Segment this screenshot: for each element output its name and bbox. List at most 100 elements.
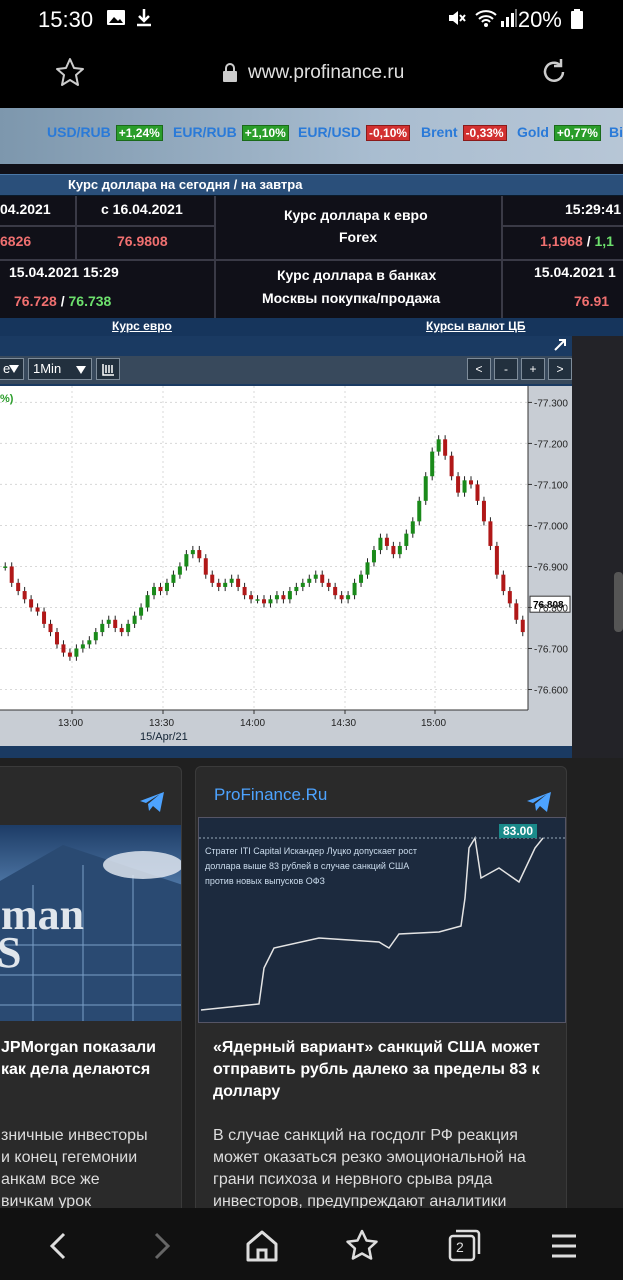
candle (274, 595, 279, 600)
home-icon[interactable] (242, 1226, 282, 1266)
candle (42, 611, 47, 624)
candle (443, 439, 448, 456)
menu-icon[interactable] (544, 1226, 584, 1266)
x-tick-label: 13:30 (149, 718, 174, 729)
chart-prev-button[interactable]: < (467, 358, 491, 380)
x-tick-label: 14:30 (331, 718, 356, 729)
forex-ask: 1,1 (594, 233, 614, 249)
ticker-item-usdrub[interactable]: USD/RUB +1,24% (47, 124, 163, 141)
bookmark-star-icon[interactable] (54, 56, 86, 93)
ticker-item-bitcoin[interactable]: Bi (609, 124, 623, 140)
forex-time: 15:29:41 (565, 201, 622, 217)
divider (0, 259, 214, 261)
candle (22, 591, 27, 600)
candle (203, 558, 208, 575)
cb-date-tomorrow: с 16.04.2021 (101, 201, 183, 217)
forward-icon[interactable] (142, 1226, 182, 1266)
telegram-icon[interactable] (526, 791, 552, 813)
usd-rates-table: Курс доллара на сегодня / на завтра 04.2… (0, 164, 623, 318)
chart-corner-label: %) (0, 393, 14, 405)
bank-sell: 76.738 (68, 293, 112, 309)
candle (262, 599, 266, 604)
bank-buy: 76.728 (14, 293, 57, 309)
candle (481, 500, 486, 522)
link-euro-rate[interactable]: Курс евро (112, 319, 172, 333)
link-cb-rates[interactable]: Курсы валют ЦБ (426, 319, 526, 333)
candle (177, 566, 182, 575)
candle (397, 545, 402, 555)
candle (119, 627, 124, 633)
news-card[interactable]: man S JPMorgan показали как дела делаютс… (0, 766, 182, 1216)
battery-icon (571, 9, 583, 29)
candle (501, 574, 506, 592)
reload-icon[interactable] (538, 56, 570, 93)
y-tick-label: -77.000 (534, 521, 568, 532)
expand-icon[interactable] (553, 338, 567, 357)
ticker-item-eurrub[interactable]: EUR/RUB +1,10% (173, 124, 289, 141)
news-body: зничные инвесторы и конец гегемонии анка… (1, 1125, 181, 1213)
y-tick-label: -76.600 (534, 685, 568, 696)
candle (158, 586, 163, 592)
candle (3, 566, 8, 568)
ticker-change: +0,77% (553, 125, 601, 141)
candle (520, 619, 525, 633)
candle (74, 648, 79, 657)
back-icon[interactable] (40, 1226, 80, 1266)
lock-icon (222, 63, 238, 88)
price-chart[interactable]: 76.808 -77.300 -77.200 -77.100 -77.000 -76.9… (0, 386, 572, 746)
status-bar: 15:30 20% (0, 0, 623, 40)
browser-screen: 15:30 20% www.profinance.ru USD/RUB +1,2… (0, 0, 623, 1280)
ticker-item-eurusd[interactable]: EUR/USD -0,10% (298, 124, 411, 141)
candle (223, 582, 228, 587)
candle (242, 586, 247, 596)
chart-next-button[interactable]: > (548, 358, 572, 380)
zoom-in-button[interactable]: + (521, 358, 545, 380)
plot-area (0, 386, 528, 710)
bookmarks-icon[interactable] (342, 1226, 382, 1266)
candle (371, 550, 376, 563)
forex-label: Курс доллара к евро (284, 207, 428, 223)
body-line: анкам все же (1, 1171, 100, 1188)
telegram-icon[interactable] (139, 791, 165, 813)
candle (61, 644, 66, 653)
news-source[interactable]: ProFinance.Ru (214, 785, 327, 805)
chevron-down-icon (76, 366, 86, 374)
candle (171, 574, 176, 583)
bank-time: 15.04.2021 15:29 (9, 264, 119, 280)
candle (255, 599, 260, 601)
news-image-value: 83.00 (499, 824, 538, 838)
candle (164, 582, 169, 592)
cb-value-tomorrow: 76.9808 (117, 233, 168, 249)
chevron-down-icon[interactable] (4, 358, 24, 380)
bank-right-value: 76.91 (574, 293, 610, 309)
battery-text: 20% (517, 7, 562, 32)
body-line: и конец гегемонии (1, 1149, 138, 1166)
interval-select[interactable]: 1Min (28, 358, 92, 380)
ticker-item-gold[interactable]: Gold +0,77% (517, 124, 601, 141)
page-gutter (572, 336, 623, 758)
y-tick-label: -77.200 (534, 439, 568, 450)
forex-sublabel: Forex (339, 229, 378, 245)
candle (139, 607, 144, 616)
zoom-out-button[interactable]: - (494, 358, 518, 380)
news-body: В случае санкций на госдолг РФ реакция м… (213, 1127, 526, 1210)
tabs-icon[interactable]: 2 (444, 1226, 484, 1266)
news-headline[interactable]: «Ядерный вариант» санкций США может отпр… (213, 1037, 558, 1103)
forex-rate: 1,1968 / 1,1 (540, 233, 614, 249)
candle (436, 439, 441, 452)
ticker-item-brent[interactable]: Brent -0,33% (421, 124, 507, 141)
candle (281, 595, 286, 600)
tabs-count: 2 (456, 1239, 464, 1255)
news-card[interactable]: ProFinance.Ru Стратег ITI Capital Исканд… (195, 766, 567, 1216)
candle (404, 533, 409, 546)
url-text[interactable]: www.profinance.ru (248, 62, 404, 84)
rates-header-text: Курс доллара на сегодня / на завтра (68, 177, 303, 192)
table-view-icon[interactable] (96, 358, 120, 380)
headline-line: как дела делаются (1, 1061, 151, 1078)
news-image: Стратег ITI Capital Искандер Луцко допус… (198, 817, 566, 1023)
scrollbar-thumb[interactable] (614, 572, 623, 632)
chart-panel: e 1Min < - + > 76.808 -77.300 -77.200 -77.… (0, 336, 572, 758)
candle (145, 595, 150, 608)
divider (214, 259, 501, 261)
news-headline[interactable]: JPMorgan показали как дела делаются (1, 1037, 181, 1081)
